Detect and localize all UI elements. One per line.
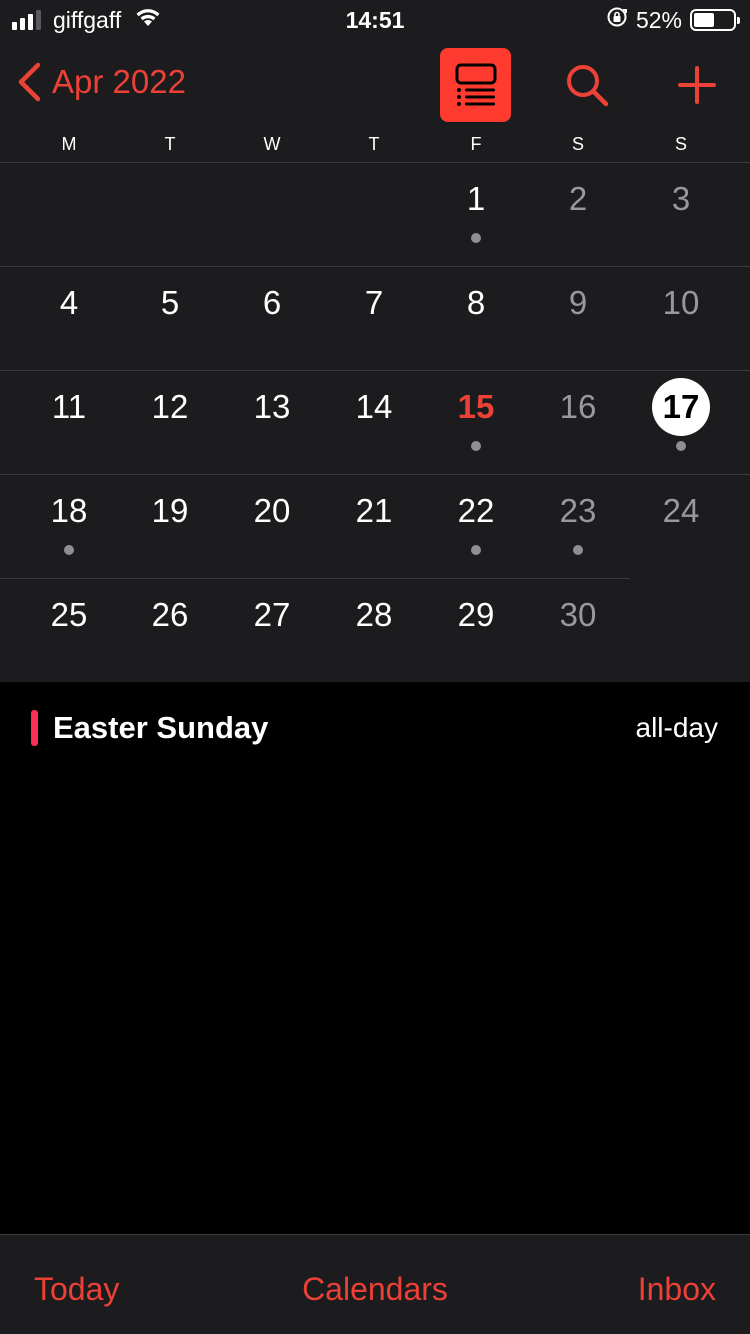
day-cell[interactable]: 21 [329, 475, 419, 578]
nav-bar: Apr 2022 [0, 44, 750, 124]
day-number: 5 [160, 284, 180, 321]
day-cell[interactable]: 28 [329, 579, 419, 682]
day-cell-today[interactable]: 15 [431, 371, 521, 474]
event-indicator-dot [64, 545, 74, 555]
day-cell[interactable]: 2 [533, 163, 623, 266]
day-number: 29 [457, 596, 495, 633]
back-label: Apr 2022 [52, 63, 186, 100]
chevron-left-icon [18, 62, 41, 102]
day-number: 14 [355, 388, 393, 425]
day-number: 6 [262, 284, 282, 321]
list-view-toggle-button[interactable] [440, 48, 511, 122]
day-cell[interactable]: 9 [533, 267, 623, 370]
day-number: 2 [568, 180, 588, 217]
weekday-label: M [61, 134, 77, 154]
weekday-label: S [674, 134, 687, 154]
day-cell[interactable]: 29 [431, 579, 521, 682]
day-number: 19 [151, 492, 189, 529]
orientation-lock-icon [606, 6, 628, 34]
day-cell[interactable]: 7 [329, 267, 419, 370]
day-cell[interactable]: 30 [533, 579, 623, 682]
day-number: 30 [559, 596, 597, 633]
day-cell[interactable]: 3 [636, 163, 726, 266]
event-list: Easter Sunday all-day [0, 682, 750, 1234]
add-event-button[interactable] [672, 58, 722, 112]
battery-fill [694, 13, 714, 27]
day-number: 16 [559, 388, 597, 425]
day-number: 12 [151, 388, 189, 425]
weekday-label: S [571, 134, 584, 154]
day-number: 26 [151, 596, 189, 633]
day-cell[interactable]: 13 [227, 371, 317, 474]
event-indicator-dot [471, 233, 481, 243]
day-cell[interactable]: 12 [125, 371, 215, 474]
search-button[interactable] [560, 58, 614, 112]
day-cell[interactable]: 16 [533, 371, 623, 474]
list-view-icon [455, 63, 496, 106]
battery-percent: 52% [635, 6, 682, 33]
event-time: all-day [635, 712, 718, 743]
day-cell[interactable]: 14 [329, 371, 419, 474]
day-number: 27 [253, 596, 291, 633]
day-cell[interactable]: 4 [24, 267, 114, 370]
weekday-header: MTWTFSS [0, 134, 750, 162]
day-number: 8 [466, 284, 486, 321]
tab-bar: Today Calendars Inbox [0, 1234, 750, 1334]
event-indicator-dot [676, 441, 686, 451]
day-cell[interactable]: 5 [125, 267, 215, 370]
day-number: 22 [457, 492, 495, 529]
day-number: 21 [355, 492, 393, 529]
weekday-label: W [263, 134, 281, 154]
day-number: 13 [253, 388, 291, 425]
day-number: 15 [457, 388, 495, 425]
day-number: 1 [466, 180, 486, 217]
day-cell[interactable]: 22 [431, 475, 521, 578]
day-cell[interactable]: 23 [533, 475, 623, 578]
day-number: 17 [662, 388, 700, 425]
inbox-button[interactable]: Inbox [638, 1271, 716, 1308]
weekday-label: F [470, 134, 482, 154]
status-bar: giffgaff 14:51 52% [0, 0, 750, 40]
back-to-month-button[interactable]: Apr 2022 [16, 62, 186, 102]
search-icon [567, 65, 609, 107]
day-number: 24 [662, 492, 700, 529]
day-cell[interactable]: 27 [227, 579, 317, 682]
day-cell[interactable]: 25 [24, 579, 114, 682]
day-number: 10 [662, 284, 700, 321]
weekday-label: T [164, 134, 176, 154]
day-number: 23 [559, 492, 597, 529]
day-number: 9 [568, 284, 588, 321]
day-number: 4 [59, 284, 79, 321]
event-indicator-dot [471, 441, 481, 451]
day-cell[interactable]: 11 [24, 371, 114, 474]
status-right: 52% [606, 6, 740, 34]
day-number: 28 [355, 596, 393, 633]
day-cell[interactable]: 19 [125, 475, 215, 578]
day-cell[interactable]: 24 [636, 475, 726, 578]
battery-icon [690, 9, 740, 31]
day-number: 7 [364, 284, 384, 321]
day-number: 25 [50, 596, 88, 633]
event-row[interactable]: Easter Sunday all-day [0, 704, 750, 756]
day-number: 18 [50, 492, 88, 529]
event-indicator-dot [573, 545, 583, 555]
day-cell[interactable]: 8 [431, 267, 521, 370]
weekday-label: T [368, 134, 380, 154]
plus-icon [678, 66, 716, 104]
day-cell-selected[interactable]: 17 [636, 371, 726, 474]
day-cell[interactable]: 20 [227, 475, 317, 578]
day-cell[interactable]: 10 [636, 267, 726, 370]
event-calendar-color-bar [31, 710, 38, 746]
event-indicator-dot [471, 545, 481, 555]
day-cell[interactable]: 6 [227, 267, 317, 370]
day-number: 11 [51, 388, 87, 425]
day-number: 3 [671, 180, 691, 217]
month-grid: 1 2 3 4 5 6 7 8 9 10 11 12 13 14 15 16 17 18 19 20 21 22 23 24 2… [0, 163, 750, 682]
day-cell[interactable]: 26 [125, 579, 215, 682]
day-cell[interactable]: 18 [24, 475, 114, 578]
day-number: 20 [253, 492, 291, 529]
event-title: Easter Sunday [53, 710, 269, 745]
day-cell[interactable]: 1 [431, 163, 521, 266]
